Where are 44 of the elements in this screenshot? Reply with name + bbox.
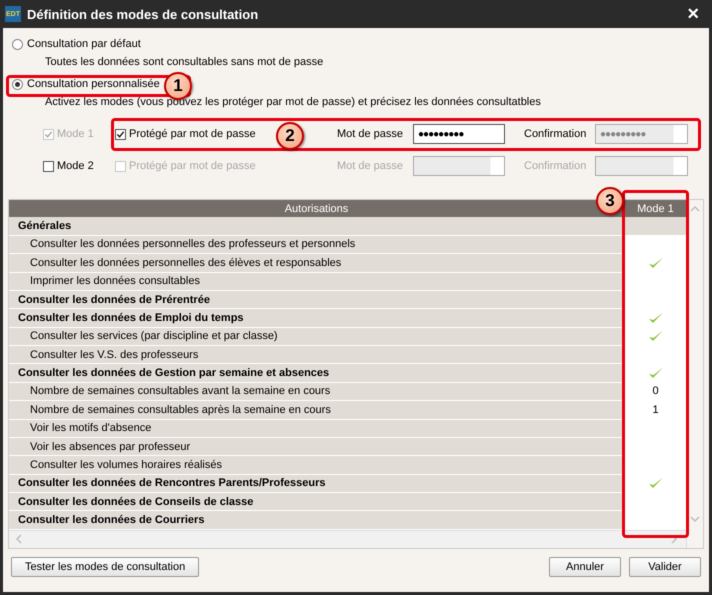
permission-label: Imprimer les données consultables bbox=[29, 274, 201, 290]
permission-label: Voir les motifs d'absence bbox=[29, 421, 152, 436]
test-modes-button[interactable]: Tester les modes de consultation bbox=[11, 557, 200, 577]
radio-button[interactable] bbox=[12, 38, 23, 50]
permission-label: Consulter les V.S. des professeurs bbox=[29, 348, 200, 363]
scroll-up-icon[interactable] bbox=[690, 205, 700, 213]
window-title: Définition des modes de consultation bbox=[27, 6, 260, 22]
permission-label: Consulter les services (par discipline et par classe) bbox=[29, 329, 279, 344]
cancel-button[interactable]: Annuler bbox=[549, 557, 621, 577]
field-label: Confirmation bbox=[524, 128, 588, 140]
column-header: Autorisations bbox=[284, 202, 350, 215]
horizontal-scrollbar[interactable] bbox=[9, 530, 686, 548]
permission-label: Consulter les données personnelles des élèves et responsables bbox=[29, 256, 342, 271]
confirm-button[interactable]: Valider bbox=[629, 557, 701, 577]
close-button[interactable]: × bbox=[687, 4, 699, 24]
scroll-right-icon[interactable] bbox=[670, 534, 678, 544]
column-header: Mode 1 bbox=[624, 202, 686, 215]
radio-option[interactable]: Consultation personnalisée bbox=[8, 76, 160, 92]
mode-checkbox[interactable]: Mode 2 bbox=[43, 160, 115, 172]
mode-cell[interactable] bbox=[624, 511, 686, 529]
radio-button[interactable] bbox=[12, 78, 23, 90]
field-label: Mot de passe bbox=[337, 128, 404, 140]
checkbox[interactable] bbox=[43, 160, 54, 172]
mode-cell[interactable]: 1 bbox=[624, 401, 686, 418]
radio-option[interactable]: Consultation par défaut bbox=[8, 36, 141, 52]
option-description: Toutes les données sont consultables sans mot de passe bbox=[44, 55, 324, 70]
permission-label: Consulter les données de Courriers bbox=[17, 513, 206, 528]
mode-cell[interactable]: 0 bbox=[624, 382, 686, 400]
field-label: Confirmation bbox=[524, 160, 588, 172]
permission-label: Consulter les données de Rencontres Parents/Professeurs bbox=[17, 476, 326, 492]
field-label: Mot de passe bbox=[337, 160, 404, 172]
permission-label: Consulter les volumes horaires réalisés bbox=[29, 458, 223, 473]
mode-cell[interactable] bbox=[624, 236, 686, 254]
permission-label: Consulter les données de Conseils de classe bbox=[17, 494, 254, 510]
permission-label: Nombre de semaines consultables avant la semaine en cours bbox=[29, 384, 332, 400]
permission-label: Générales bbox=[17, 219, 72, 234]
permission-label: Consulter les données de Emploi du temps bbox=[17, 310, 245, 326]
permission-label: Nombre de semaines consultables après la semaine en cours bbox=[29, 402, 332, 418]
permission-label: Consulter les données de Prérentrée bbox=[17, 292, 211, 308]
scroll-left-icon[interactable] bbox=[15, 534, 23, 544]
permission-label: Voir les absences par professeur bbox=[29, 440, 192, 455]
scroll-down-icon[interactable] bbox=[690, 515, 700, 523]
permission-label: Consulter les données de Gestion par semaine et absences bbox=[17, 366, 330, 382]
permission-label: Consulter les données personnelles des professeurs et personnels bbox=[29, 237, 356, 252]
